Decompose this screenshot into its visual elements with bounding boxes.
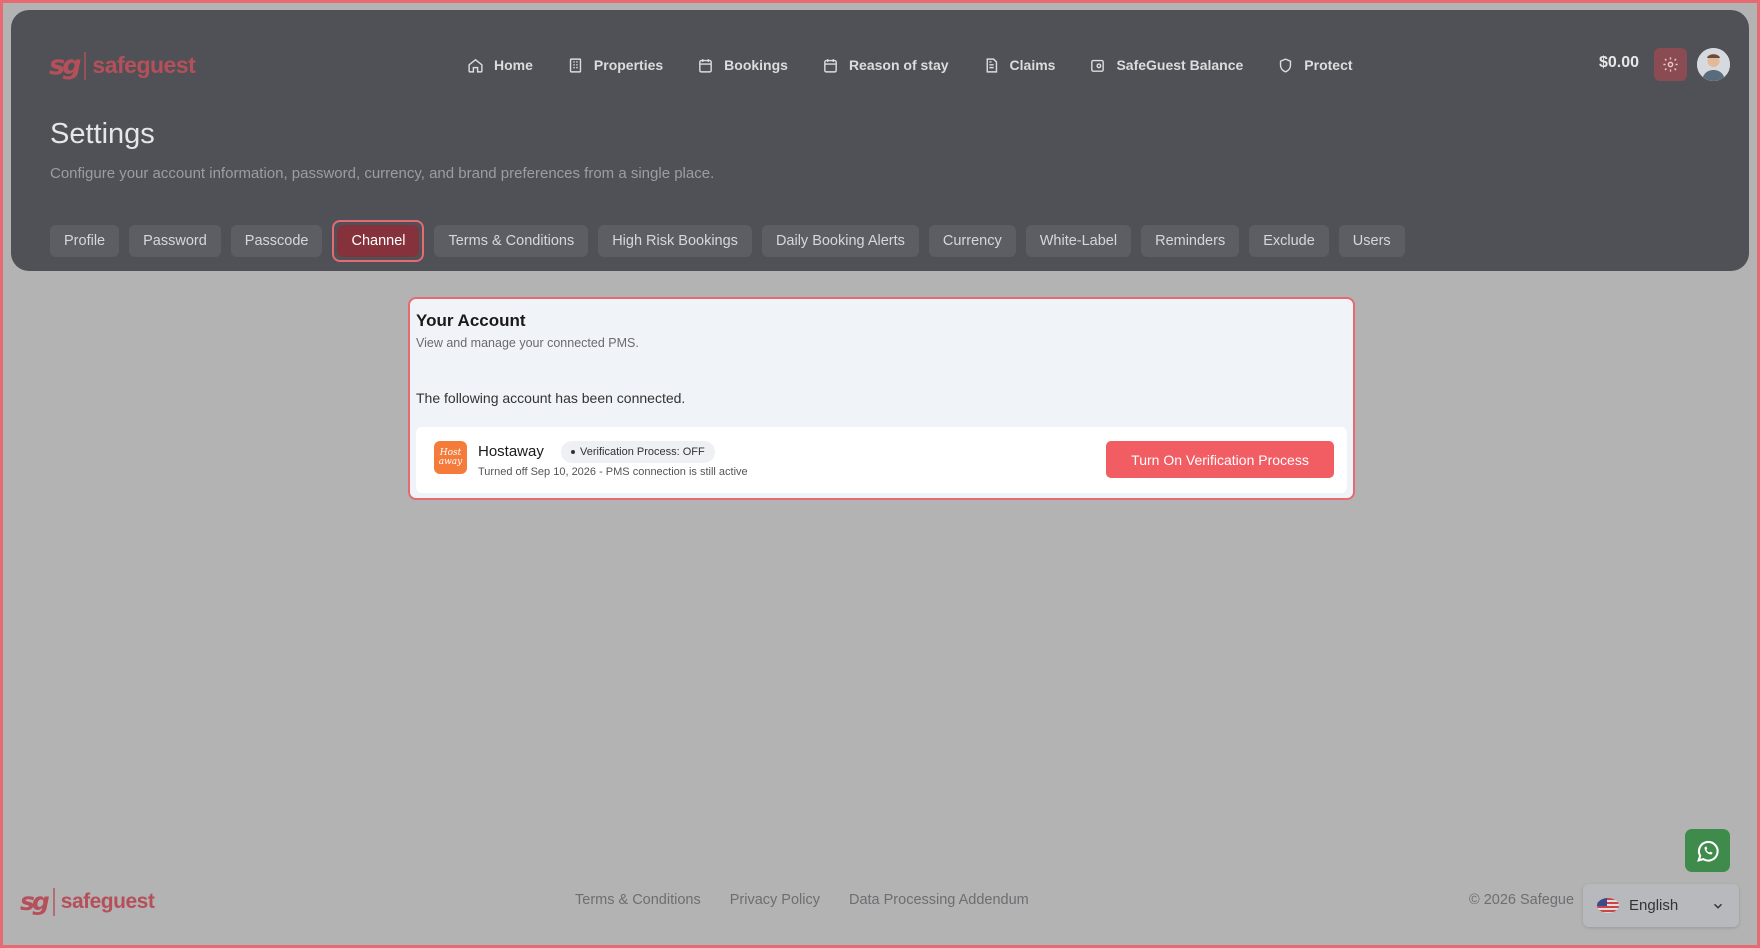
- document-icon: [986, 57, 997, 73]
- tab-users[interactable]: Users: [1338, 225, 1405, 257]
- top-header: sg safeguest Home Properties Bookings Re…: [11, 10, 1749, 271]
- footer-link-terms[interactable]: Terms & Conditions: [575, 892, 701, 908]
- gear-icon: [1663, 57, 1678, 72]
- tab-exclude[interactable]: Exclude: [1249, 225, 1329, 257]
- tab-daily-booking-alerts[interactable]: Daily Booking Alerts: [761, 225, 919, 257]
- copyright: © 2026 Safegue: [1469, 892, 1575, 908]
- nav-item-home[interactable]: Home: [467, 52, 533, 78]
- nav-label: Claims: [1009, 57, 1056, 73]
- tab-terms-conditions[interactable]: Terms & Conditions: [434, 225, 589, 257]
- footer-link-dpa[interactable]: Data Processing Addendum: [849, 892, 1029, 908]
- nav-item-reason-of-stay[interactable]: Reason of stay: [822, 52, 949, 78]
- tab-white-label[interactable]: White-Label: [1025, 225, 1132, 257]
- logo-divider: [84, 51, 87, 80]
- pms-name: Hostaway: [478, 443, 544, 460]
- brand-logo[interactable]: sg safeguest: [49, 50, 196, 81]
- tab-high-risk-bookings[interactable]: High Risk Bookings: [598, 225, 752, 257]
- logo-mark: sg: [20, 887, 50, 916]
- language-select[interactable]: English: [1583, 884, 1739, 927]
- nav-item-safeguest-balance[interactable]: SafeGuest Balance: [1089, 52, 1243, 78]
- nav-item-claims[interactable]: Claims: [983, 52, 1056, 78]
- pms-status-meta: Turned off Sep 10, 2026 - PMS connection…: [478, 466, 748, 478]
- user-avatar[interactable]: [1697, 48, 1730, 81]
- logo-text: safeguest: [60, 889, 155, 913]
- account-balance[interactable]: $0.00: [1599, 54, 1639, 72]
- whatsapp-button[interactable]: [1685, 829, 1730, 872]
- tab-passcode[interactable]: Passcode: [230, 225, 323, 257]
- pms-connection-row: Host away Hostaway Verification Process:…: [416, 427, 1347, 493]
- footer-logo[interactable]: sg safeguest: [20, 887, 155, 916]
- tab-password[interactable]: Password: [129, 225, 221, 257]
- calendar-icon: [824, 58, 837, 73]
- active-tab-highlight: Channel: [332, 220, 425, 262]
- card-title: Your Account: [416, 311, 526, 330]
- avatar-icon: [1697, 48, 1730, 81]
- tab-profile[interactable]: Profile: [50, 225, 120, 257]
- shield-icon: [1280, 57, 1292, 73]
- tab-currency[interactable]: Currency: [928, 225, 1016, 257]
- card-subtitle: View and manage your connected PMS.: [416, 336, 639, 350]
- nav-item-bookings[interactable]: Bookings: [697, 52, 788, 78]
- verification-status-badge: Verification Process: OFF: [561, 441, 715, 463]
- nav-label: Protect: [1304, 57, 1353, 73]
- tab-reminders[interactable]: Reminders: [1141, 225, 1240, 257]
- footer-links: Terms & Conditions Privacy Policy Data P…: [575, 892, 1029, 908]
- building-icon: [569, 57, 582, 73]
- nav-label: Properties: [593, 57, 664, 73]
- nav-item-protect[interactable]: Protect: [1277, 52, 1353, 78]
- status-dot: [571, 450, 575, 454]
- logo-divider: [52, 887, 55, 916]
- page-subtitle: Configure your account information, pass…: [50, 165, 715, 182]
- hostaway-logo: Host away: [434, 441, 467, 474]
- logo-line-2: away: [438, 456, 463, 467]
- your-account-card: Your Account View and manage your connec…: [408, 297, 1355, 500]
- nav-item-properties[interactable]: Properties: [567, 52, 663, 78]
- us-flag-icon: [1597, 898, 1619, 913]
- settings-tabs: Profile Password Passcode Channel Terms …: [50, 220, 1405, 262]
- calendar-icon: [699, 58, 713, 73]
- language-label: English: [1629, 897, 1679, 914]
- connected-note: The following account has been connected…: [416, 390, 686, 406]
- turn-on-verification-button[interactable]: Turn On Verification Process: [1106, 441, 1334, 478]
- logo-mark: sg: [49, 50, 81, 81]
- tab-channel[interactable]: Channel: [337, 225, 420, 257]
- logo-text: safeguest: [92, 52, 196, 78]
- page-title: Settings: [50, 118, 155, 150]
- whatsapp-icon: [1696, 840, 1719, 862]
- nav-label: Reason of stay: [848, 57, 949, 73]
- footer-link-privacy[interactable]: Privacy Policy: [730, 892, 820, 908]
- nav-label: SafeGuest Balance: [1116, 57, 1244, 73]
- wallet-icon: [1091, 59, 1105, 72]
- home-icon: [468, 58, 483, 73]
- nav-label: Bookings: [724, 57, 788, 73]
- nav-label: Home: [494, 57, 533, 73]
- badge-label: Verification Process: OFF: [580, 446, 705, 458]
- settings-button[interactable]: [1654, 48, 1687, 81]
- main-nav: Home Properties Bookings Reason of stay …: [467, 52, 1387, 78]
- chevron-down-icon: [1713, 903, 1723, 909]
